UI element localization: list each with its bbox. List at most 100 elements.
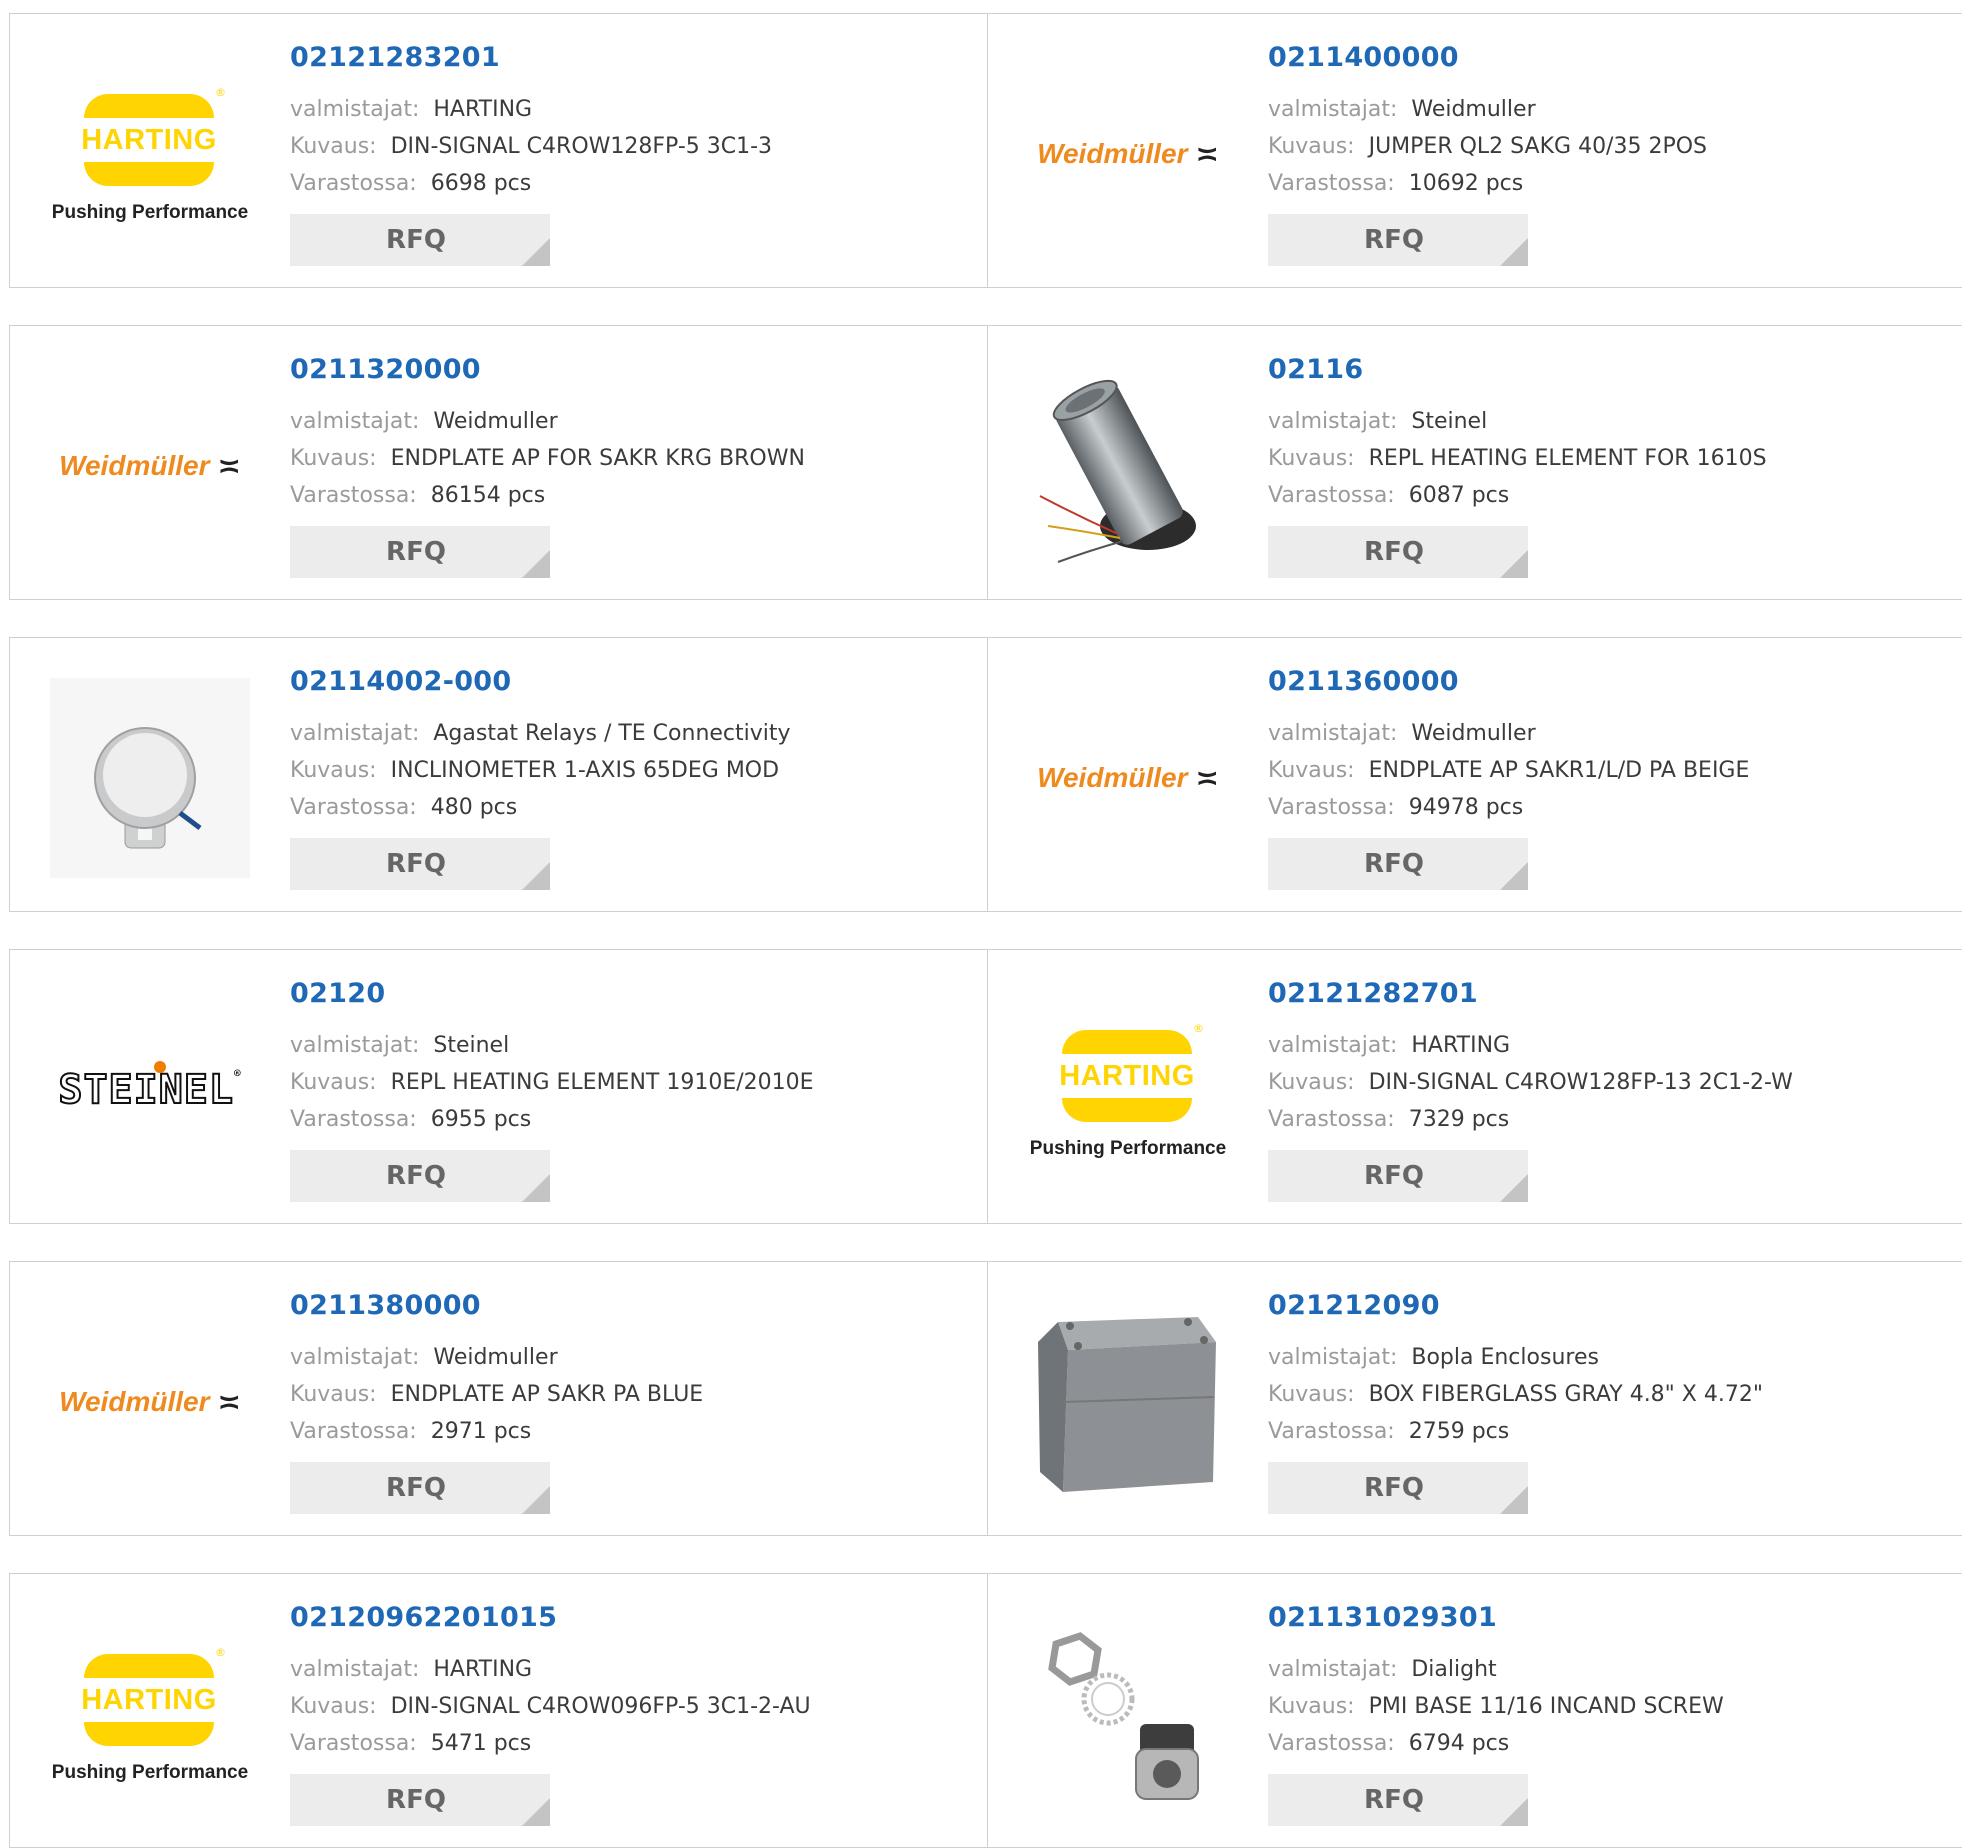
part-number-link[interactable]: 0211400000 [1268,42,1459,73]
rfq-button[interactable]: RFQ [290,214,550,266]
harting-logo: HARTING ® Pushing Performance [1029,1022,1227,1159]
corner-decoration [1500,550,1528,578]
manufacturer-label: valmistajat: [290,1345,420,1370]
description-value: REPL HEATING ELEMENT FOR 1610S [1368,446,1767,471]
heating-element-photo [1039,379,1196,563]
stock-value: 5471 pcs [430,1731,532,1756]
description-row: Kuvaus: ENDPLATE AP SAKR1/L/D PA BEIGE [1268,758,1749,783]
stock-label: Varastossa: [1268,795,1395,820]
manufacturer-row: valmistajat: Agastat Relays / TE Connect… [290,721,791,746]
part-number-link[interactable]: 02116 [1268,354,1363,385]
description-row: Kuvaus: PMI BASE 11/16 INCAND SCREW [1268,1694,1724,1719]
stock-value: 6794 pcs [1408,1731,1510,1756]
corner-decoration [1500,1798,1528,1826]
enclosure-box-photo [1038,1317,1216,1492]
product-image[interactable]: Weidmüller ≍ [1028,678,1228,878]
description-row: Kuvaus: JUMPER QL2 SAKG 40/35 2POS [1268,134,1707,159]
product-card: Weidmüller ≍ 0211360000 valmistajat: Weid… [987,637,1962,912]
product-image[interactable]: Weidmüller ≍ [50,1302,250,1502]
part-number-link[interactable]: 021131029301 [1268,1602,1497,1633]
part-number-link[interactable]: 02121282701 [1268,978,1478,1009]
rfq-button[interactable]: RFQ [290,526,550,578]
product-image[interactable]: STEINEL ® [50,990,250,1190]
steinel-logo: STEINEL ® [57,1061,241,1114]
stock-label: Varastossa: [1268,171,1395,196]
description-row: Kuvaus: REPL HEATING ELEMENT 1910E/2010E [290,1070,814,1095]
stock-row: Varastossa: 480 pcs [290,795,517,820]
description-label: Kuvaus: [1268,1382,1355,1407]
manufacturer-label: valmistajat: [290,1657,420,1682]
inclinometer-photo [50,678,250,878]
product-image[interactable]: HARTING ® Pushing Performance [50,54,250,254]
rfq-button[interactable]: RFQ [1268,214,1528,266]
rfq-button[interactable]: RFQ [290,1150,550,1202]
part-number-link[interactable]: 02121283201 [290,42,500,73]
weidmuller-logo: Weidmüller ≍ [59,449,241,483]
corner-decoration [522,1486,550,1514]
stock-row: Varastossa: 7329 pcs [1268,1107,1509,1132]
manufacturer-row: valmistajat: Weidmuller [290,409,558,434]
logo-tagline: Pushing Performance [51,1762,249,1783]
product-image[interactable]: Weidmüller ≍ [1028,54,1228,254]
stock-label: Varastossa: [290,171,417,196]
product-card: Weidmüller ≍ 0211380000 valmistajat: Weid… [9,1261,988,1536]
description-row: Kuvaus: DIN-SIGNAL C4ROW128FP-5 3C1-3 [290,134,772,159]
description-value: DIN-SIGNAL C4ROW128FP-13 2C1-2-W [1368,1070,1793,1095]
product-image[interactable] [1028,1614,1228,1814]
part-number-link[interactable]: 02120 [290,978,385,1009]
corner-decoration [1500,1486,1528,1514]
rfq-label: RFQ [386,225,446,255]
manufacturer-label: valmistajat: [1268,1657,1398,1682]
weidmuller-logo: Weidmüller ≍ [59,1385,241,1419]
stock-row: Varastossa: 94978 pcs [1268,795,1523,820]
lamp-base-photo [1048,1632,1199,1800]
part-number-link[interactable]: 0211320000 [290,354,481,385]
product-image[interactable]: Weidmüller ≍ [50,366,250,566]
part-number-link[interactable]: 021212090 [1268,1290,1440,1321]
stock-row: Varastossa: 6698 pcs [290,171,531,196]
product-image[interactable] [1028,366,1228,566]
product-image[interactable] [50,678,250,878]
part-number-link[interactable]: 02120962201015 [290,1602,557,1633]
rfq-button[interactable]: RFQ [290,1462,550,1514]
description-label: Kuvaus: [1268,1694,1355,1719]
stock-value: 6955 pcs [430,1107,532,1132]
harting-logo: HARTING ® Pushing Performance [51,86,249,223]
manufacturer-value: Weidmuller [1411,721,1536,746]
rfq-button[interactable]: RFQ [1268,526,1528,578]
product-card: HARTING ® Pushing Performance 0212096220… [9,1573,988,1848]
rfq-button[interactable]: RFQ [1268,1150,1528,1202]
product-image[interactable]: HARTING ® Pushing Performance [1028,990,1228,1190]
part-number-link[interactable]: 02114002-000 [290,666,511,697]
rfq-button[interactable]: RFQ [290,1774,550,1826]
part-number-link[interactable]: 0211380000 [290,1290,481,1321]
rfq-label: RFQ [386,537,446,567]
rfq-label: RFQ [1364,1785,1424,1815]
stock-label: Varastossa: [290,483,417,508]
rfq-button[interactable]: RFQ [290,838,550,890]
stock-label: Varastossa: [290,1731,417,1756]
rfq-label: RFQ [386,1785,446,1815]
manufacturer-label: valmistajat: [290,1033,420,1058]
description-label: Kuvaus: [1268,134,1355,159]
weidmuller-logo: Weidmüller ≍ [1037,137,1219,171]
description-label: Kuvaus: [1268,1070,1355,1095]
manufacturer-row: valmistajat: Steinel [290,1033,509,1058]
stock-row: Varastossa: 6794 pcs [1268,1731,1509,1756]
product-card: Weidmüller ≍ 0211320000 valmistajat: Weid… [9,325,988,600]
product-image[interactable] [1028,1302,1228,1502]
stock-label: Varastossa: [1268,1107,1395,1132]
description-value: DIN-SIGNAL C4ROW128FP-5 3C1-3 [390,134,773,159]
rfq-label: RFQ [1364,1473,1424,1503]
rfq-button[interactable]: RFQ [1268,1462,1528,1514]
manufacturer-row: valmistajat: Bopla Enclosures [1268,1345,1599,1370]
rfq-button[interactable]: RFQ [1268,838,1528,890]
part-number-link[interactable]: 0211360000 [1268,666,1459,697]
manufacturer-label: valmistajat: [1268,1033,1398,1058]
manufacturer-value: Agastat Relays / TE Connectivity [433,721,791,746]
rfq-button[interactable]: RFQ [1268,1774,1528,1826]
description-row: Kuvaus: BOX FIBERGLASS GRAY 4.8" X 4.72" [1268,1382,1763,1407]
manufacturer-label: valmistajat: [1268,721,1398,746]
product-image[interactable]: HARTING ® Pushing Performance [50,1614,250,1814]
description-value: JUMPER QL2 SAKG 40/35 2POS [1368,134,1708,159]
